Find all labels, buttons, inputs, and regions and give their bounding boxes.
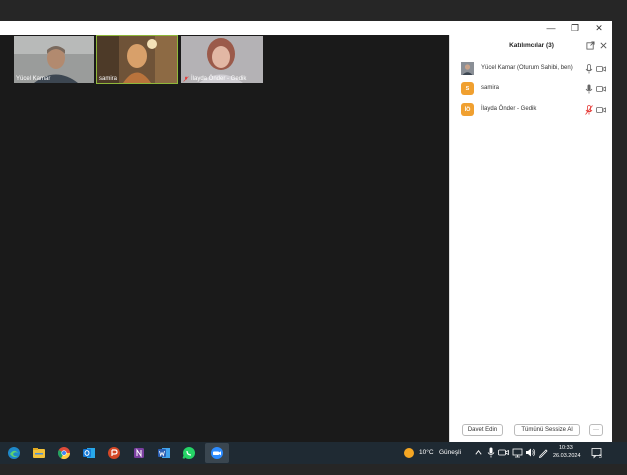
user-photo-icon [461,62,474,75]
onenote-icon[interactable] [132,446,146,460]
windows-taskbar: 10°C Güneşli 10:33 26.03.2024 3 [0,442,627,464]
video-label-samira: samira [99,76,118,82]
participant-row[interactable]: İÖ İlayda Önder - Gedik [450,102,613,118]
close-window-button[interactable]: ✕ [588,21,610,35]
clock-time[interactable]: 10:33 [559,445,573,451]
avatar: İÖ [461,103,474,116]
file-explorer-icon[interactable] [32,446,46,460]
word-icon[interactable] [157,446,171,460]
mic-icon[interactable] [585,84,593,94]
powerpoint-icon[interactable] [107,446,121,460]
invite-button[interactable]: Davet Edin [462,424,503,436]
weather-description[interactable]: Güneşli [439,449,461,456]
right-gutter [612,21,627,442]
video-tile-ilayda[interactable]: İlayda Önder - Gedik [181,36,263,83]
avatar: S [461,82,474,95]
video-tile-yucel[interactable]: Yücel Kamar [14,36,94,83]
network-icon[interactable] [512,447,523,458]
avatar [461,62,474,75]
close-panel-icon[interactable] [599,41,608,50]
clock-date[interactable]: 26.03.2024 [553,453,581,459]
video-label-ilayda: İlayda Önder - Gedik [191,76,247,82]
participant-row[interactable]: Yücel Kamar (Oturum Sahibi, ben) [450,61,613,77]
muted-mic-icon[interactable] [585,105,593,115]
video-gallery: Yücel Kamar samira İlayda Önder - Gedik [0,35,449,442]
video-tile-samira[interactable]: samira [96,35,178,84]
pen-icon[interactable] [538,447,549,458]
participant-row[interactable]: S samira [450,81,613,97]
more-options-button[interactable]: ··· [589,424,603,436]
microphone-tray-icon[interactable] [487,447,495,458]
sun-weather-icon[interactable] [403,447,415,459]
participant-name: Yücel Kamar (Oturum Sahibi, ben) [481,65,573,71]
outlook-icon[interactable] [82,446,96,460]
maximize-button[interactable]: ❐ [564,21,586,35]
participants-panel: Katılımcılar (3) Yücel Kamar (Oturum Sah… [449,35,612,442]
notification-count: 3 [599,454,602,460]
camera-off-icon[interactable] [596,65,606,73]
minimize-button[interactable]: — [540,21,562,35]
mute-all-button[interactable]: Tümünü Sessize Al [514,424,580,436]
desktop-screen: — ❐ ✕ Yücel Kamar samira İlayda Önder - … [0,0,627,475]
participant-name: samira [481,85,500,91]
mic-icon[interactable] [585,64,593,74]
video-label-yucel: Yücel Kamar [16,76,51,82]
bottom-bezel [0,464,627,475]
camera-tray-icon[interactable] [498,447,509,458]
chevron-up-icon[interactable] [474,448,483,457]
participant-name: İlayda Önder - Gedik [481,106,537,112]
zoom-icon[interactable] [210,446,224,460]
chrome-icon[interactable] [57,446,71,460]
window-title-bar: — ❐ ✕ [0,21,612,35]
camera-off-icon[interactable] [596,85,606,93]
whatsapp-icon[interactable] [182,446,196,460]
camera-off-icon[interactable] [596,106,606,114]
volume-icon[interactable] [525,447,536,458]
popout-icon[interactable] [586,41,595,50]
weather-temperature[interactable]: 10°C [419,449,434,456]
edge-icon[interactable] [7,446,21,460]
muted-mic-icon [183,76,189,82]
